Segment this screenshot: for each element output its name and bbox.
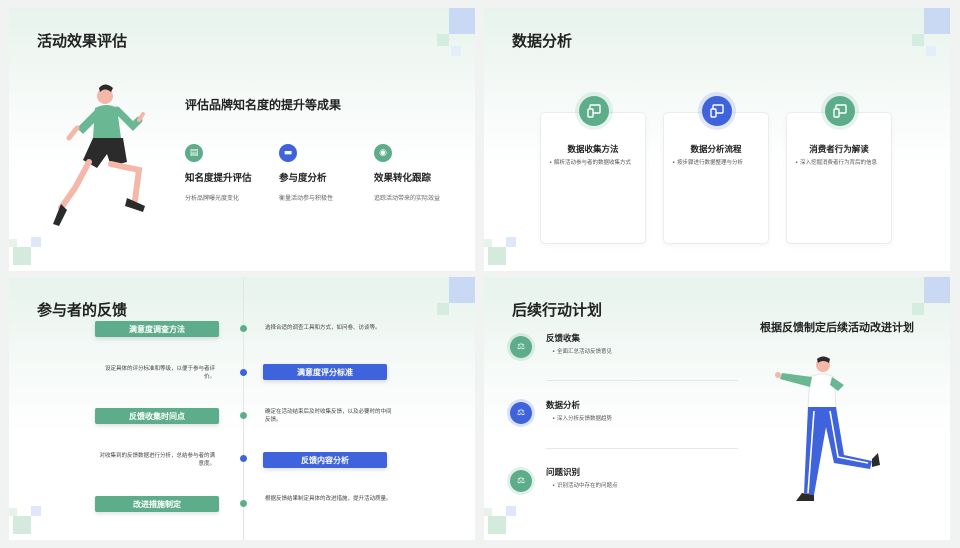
timeline-text: 设定具体的评分标准和等级，以便于参与者评价。 bbox=[104, 366, 215, 381]
card-desc: • 解析活动参与者的数据收集方式 bbox=[549, 160, 632, 166]
card-title: 数据收集方法 bbox=[567, 145, 619, 155]
plan-title: 数据分析 bbox=[546, 401, 581, 411]
feedback-pill[interactable]: 改进措施制定 bbox=[95, 496, 219, 512]
plan-title: 反馈收集 bbox=[546, 334, 581, 344]
section-heading: 根据反馈制定后续活动改进计划 bbox=[760, 321, 914, 334]
divider bbox=[546, 448, 738, 449]
card-title: 消费者行为解读 bbox=[809, 145, 869, 155]
card-desc: • 按步骤进行数据整理与分析 bbox=[672, 160, 744, 166]
timeline-dot bbox=[240, 455, 247, 462]
card-data-collection[interactable]: 数据收集方法 • 解析活动参与者的数据收集方式 bbox=[540, 112, 646, 244]
feedback-pill[interactable]: 反馈收集时间点 bbox=[95, 408, 219, 424]
timeline-dot bbox=[240, 325, 247, 332]
section-heading: 评估品牌知名度的提升等成果 bbox=[185, 98, 342, 112]
slide-participant-feedback[interactable]: 参与者的反馈 满意度调查方法 选择合适的调查工具和方式，如问卷、访谈等。 设定具… bbox=[9, 277, 475, 540]
feature-title: 效果转化跟踪 bbox=[374, 173, 432, 184]
plan-desc: • 全面汇总活动反馈意见 bbox=[552, 349, 613, 355]
devices-icon bbox=[702, 96, 732, 126]
feedback-pill[interactable]: 满意度调查方法 bbox=[95, 321, 219, 337]
walking-person-illustration bbox=[775, 356, 880, 501]
runner-illustration bbox=[53, 84, 145, 226]
scale-icon: ⚖ bbox=[510, 336, 532, 358]
timeline-text: 对收集到的反馈数据进行分析，总结参与者的满意度。 bbox=[99, 453, 215, 468]
message-icon: ▤ bbox=[185, 144, 203, 162]
plan-desc: • 识别活动中存在的问题点 bbox=[552, 483, 618, 489]
slide-title: 活动效果评估 bbox=[37, 32, 128, 50]
feature-conversion: ◉ 效果转化跟踪 追踪活动带来的实际效益 bbox=[374, 144, 475, 202]
slide-title: 后续行动计划 bbox=[512, 301, 603, 319]
devices-icon bbox=[825, 96, 855, 126]
target-icon: ◉ bbox=[374, 144, 392, 162]
feedback-pill[interactable]: 满意度评分标准 bbox=[263, 364, 387, 380]
timeline-dot bbox=[240, 412, 247, 419]
scale-icon: ⚖ bbox=[510, 402, 532, 424]
chat-icon: ▬ bbox=[279, 144, 297, 162]
slide-title: 参与者的反馈 bbox=[37, 301, 128, 319]
timeline-text: 选择合适的调查工具和方式，如问卷、访谈等。 bbox=[265, 325, 381, 331]
slide-title: 数据分析 bbox=[512, 32, 573, 50]
plan-desc: • 深入分析反馈数据趋势 bbox=[552, 416, 613, 422]
scale-icon: ⚖ bbox=[510, 470, 532, 492]
timeline-dot bbox=[240, 369, 247, 376]
feature-desc: 追踪活动带来的实际效益 bbox=[374, 195, 441, 202]
card-desc: • 深入挖掘消费者行为背后的信息 bbox=[795, 160, 878, 166]
divider bbox=[546, 380, 738, 381]
timeline-text: 确定在活动结束后及时收集反馈，以及必要时的中间反馈。 bbox=[265, 409, 392, 424]
slide-follow-up-plan[interactable]: 后续行动计划 ⚖ 反馈收集 • 全面汇总活动反馈意见 ⚖ 数据分析 • 深入分析… bbox=[484, 277, 950, 540]
card-consumer-behavior[interactable]: 消费者行为解读 • 深入挖掘消费者行为背后的信息 bbox=[786, 112, 892, 244]
slide-data-analysis[interactable]: 数据分析 数据收集方法 • 解析活动参与者的数据收集方式 数据分析流程 • 按步… bbox=[484, 8, 950, 271]
devices-icon bbox=[579, 96, 609, 126]
timeline-dot bbox=[240, 500, 247, 507]
card-title: 数据分析流程 bbox=[690, 145, 742, 155]
plan-title: 问题识别 bbox=[546, 468, 581, 478]
card-analysis-flow[interactable]: 数据分析流程 • 按步骤进行数据整理与分析 bbox=[663, 112, 769, 244]
slide-activity-evaluation[interactable]: 活动效果评估 评估品牌知名度的提升等成果 ▤ 知名度提升评估 分析品牌曝光度变化… bbox=[9, 8, 475, 271]
timeline-text: 根据反馈结果制定具体的改进措施，提升活动质量。 bbox=[265, 496, 392, 502]
feedback-pill[interactable]: 反馈内容分析 bbox=[263, 452, 387, 468]
